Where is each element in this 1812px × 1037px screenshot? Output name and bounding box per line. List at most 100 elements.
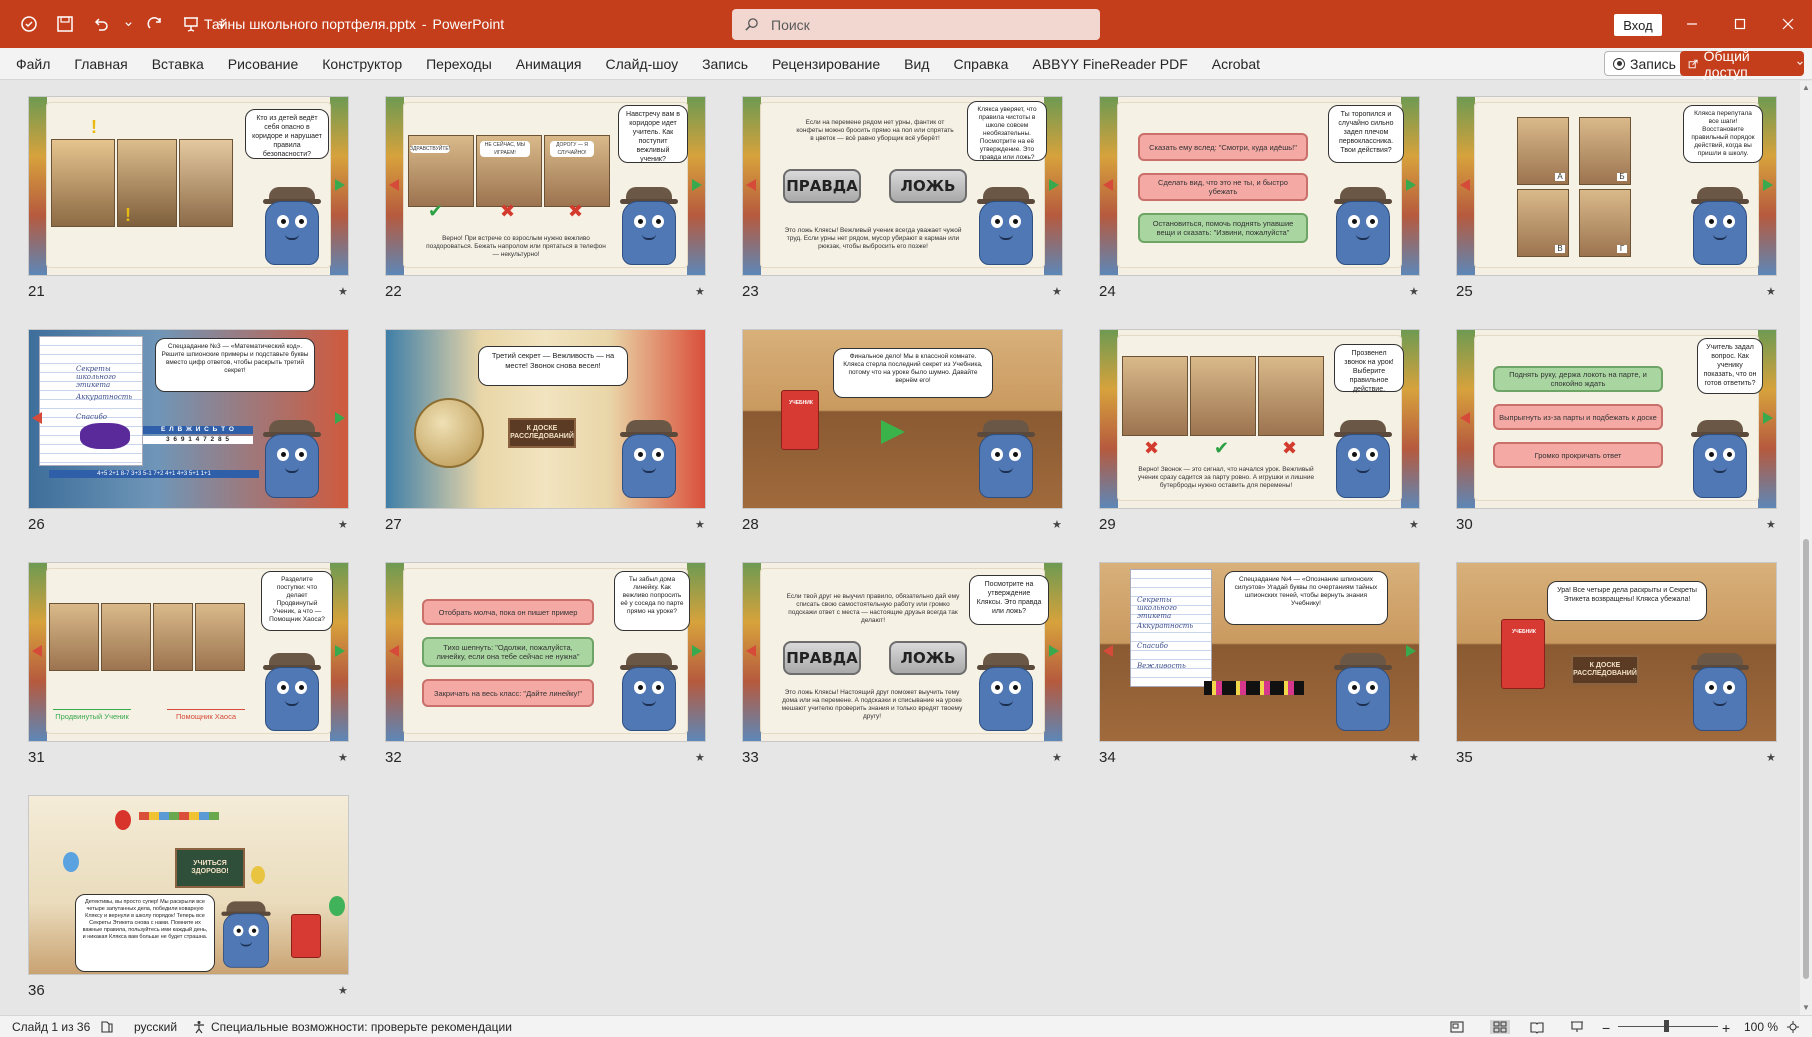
answer-option-2: Тихо шепнуть: "Одолжи, пожалуйста, линей… bbox=[422, 637, 594, 667]
prev-arrow-icon bbox=[1460, 412, 1470, 424]
next-arrow-icon bbox=[1763, 179, 1773, 191]
present-icon[interactable] bbox=[176, 9, 206, 39]
tab-abbyy[interactable]: ABBYY FineReader PDF bbox=[1020, 48, 1199, 80]
notebook-line: Секреты школьного этикета bbox=[1137, 596, 1177, 620]
tab-design[interactable]: Конструктор bbox=[310, 48, 414, 80]
cross-icon: ✖ bbox=[1282, 438, 1298, 458]
slide-thumbnail-31[interactable]: Продвинутый Ученик Помощник Хаоса Раздел… bbox=[28, 562, 349, 742]
tab-transitions[interactable]: Переходы bbox=[414, 48, 504, 80]
undo-dropdown-icon[interactable] bbox=[122, 9, 134, 39]
language-indicator[interactable]: русский bbox=[134, 1020, 177, 1034]
animation-star-icon: ★ bbox=[695, 286, 705, 298]
slide-number: 31 bbox=[28, 749, 45, 766]
slide-thumbnail-30[interactable]: Поднять руку, держа локоть на парте, и с… bbox=[1456, 329, 1777, 509]
slide-thumbnail-26[interactable]: Секреты школьного этикета Аккуратность С… bbox=[28, 329, 349, 509]
prev-arrow-icon bbox=[1103, 179, 1113, 191]
vertical-scrollbar[interactable]: ▲ ▼ bbox=[1800, 81, 1812, 1015]
column-good: Продвинутый Ученик bbox=[55, 712, 129, 721]
tab-record[interactable]: Запись bbox=[690, 48, 760, 80]
share-button[interactable]: Общий доступ bbox=[1680, 48, 1804, 80]
tab-slideshow[interactable]: Слайд-шоу bbox=[594, 48, 691, 80]
answer-option-2: Сделать вид, что это не ты, и быстро убе… bbox=[1138, 173, 1308, 201]
tab-draw[interactable]: Рисование bbox=[216, 48, 311, 80]
autosave-icon[interactable] bbox=[14, 9, 44, 39]
animation-star-icon: ★ bbox=[338, 985, 348, 997]
slide-thumbnail-23[interactable]: Если на перемене рядом нет урны, фантик … bbox=[742, 96, 1063, 276]
scroll-up-icon[interactable]: ▲ bbox=[1802, 84, 1810, 92]
column-bad: Помощник Хаоса bbox=[175, 712, 237, 721]
slide-thumbnail-29[interactable]: ✖ ✔ ✖ Верно! Звонок — это сигнал, что на… bbox=[1099, 329, 1420, 509]
fit-to-window-icon[interactable] bbox=[1786, 1020, 1800, 1034]
tab-file[interactable]: Файл bbox=[0, 48, 62, 80]
backpack-character bbox=[257, 645, 327, 733]
slide-counter[interactable]: Слайд 1 из 36 bbox=[12, 1020, 90, 1034]
reading-view-icon[interactable] bbox=[1530, 1020, 1544, 1034]
check-icon: ✔ bbox=[428, 201, 444, 221]
answer-option-1: Поднять руку, держа локоть на парте, и с… bbox=[1493, 366, 1663, 392]
answer-option-3: Остановиться, помочь поднять упавшие вещ… bbox=[1138, 213, 1308, 243]
true-button: ПРАВДА bbox=[783, 169, 861, 203]
slide-thumbnail-25[interactable]: А Б В Г Клякса перепутала все шаги! Восс… bbox=[1456, 96, 1777, 276]
speech-bubble: Финальное дело! Мы в классной комнате. К… bbox=[833, 348, 993, 398]
signin-button[interactable]: Вход bbox=[1614, 14, 1662, 36]
record-button[interactable]: Запись bbox=[1604, 51, 1685, 76]
photo-option-1 bbox=[1122, 356, 1188, 436]
normal-view-icon[interactable] bbox=[1450, 1020, 1464, 1034]
speech-bubble: Посмотрите на утверждение Кляксы. Это пр… bbox=[969, 575, 1049, 625]
animation-star-icon: ★ bbox=[1409, 286, 1419, 298]
statement-text: Если на перемене рядом нет урны, фантик … bbox=[796, 119, 954, 142]
slideshow-view-icon[interactable] bbox=[1570, 1020, 1584, 1034]
ink-blot bbox=[80, 423, 130, 449]
animation-star-icon: ★ bbox=[1766, 752, 1776, 764]
animation-star-icon: ★ bbox=[695, 752, 705, 764]
tab-insert[interactable]: Вставка bbox=[140, 48, 216, 80]
tab-home[interactable]: Главная bbox=[62, 48, 139, 80]
investigation-board: К ДОСКЕ РАССЛЕДОВАНИЙ bbox=[508, 418, 576, 448]
prev-arrow-icon bbox=[389, 645, 399, 657]
answer-option-2: Выпрыгнуть из-за парты и подбежать к дос… bbox=[1493, 404, 1663, 430]
close-icon[interactable] bbox=[1764, 0, 1812, 48]
redo-icon[interactable] bbox=[140, 9, 170, 39]
slide-sorter-view-icon[interactable] bbox=[1490, 1020, 1510, 1034]
save-icon[interactable] bbox=[50, 9, 80, 39]
zoom-level[interactable]: 100 % bbox=[1744, 1020, 1778, 1034]
backpack-character bbox=[614, 412, 684, 500]
balloon-icon bbox=[63, 852, 79, 872]
maximize-icon[interactable] bbox=[1716, 0, 1764, 48]
tab-review[interactable]: Рецензирование bbox=[760, 48, 892, 80]
accessibility-status[interactable]: Специальные возможности: проверьте реком… bbox=[192, 1020, 512, 1034]
zoom-out-icon[interactable]: − bbox=[1602, 1020, 1610, 1036]
slide-thumbnail-21[interactable]: ! ! Кто из детей ведёт себя опасно в кор… bbox=[28, 96, 349, 276]
zoom-slider-thumb[interactable] bbox=[1664, 1020, 1669, 1032]
slide-thumbnail-27[interactable]: К ДОСКЕ РАССЛЕДОВАНИЙ Третий секрет — Ве… bbox=[385, 329, 706, 509]
backpack-character bbox=[216, 895, 276, 970]
slide-thumbnail-36[interactable]: УЧИТЬСЯ ЗДОРОВО! Детективы, вы просто су… bbox=[28, 795, 349, 975]
slide-thumbnail-33[interactable]: Если твой друг не выучил правило, обязат… bbox=[742, 562, 1063, 742]
slide-thumbnail-32[interactable]: Отобрать молча, пока он пишет пример Тих… bbox=[385, 562, 706, 742]
scrollbar-thumb[interactable] bbox=[1803, 539, 1809, 979]
slide-thumbnail-24[interactable]: Сказать ему вслед: "Смотри, куда идёшь!"… bbox=[1099, 96, 1420, 276]
tab-animations[interactable]: Анимация bbox=[504, 48, 594, 80]
slide-thumbnail-35[interactable]: УЧЕБНИК К ДОСКЕ РАССЛЕДОВАНИЙ Ура! Все ч… bbox=[1456, 562, 1777, 742]
scroll-down-icon[interactable]: ▼ bbox=[1802, 1004, 1810, 1012]
zoom-in-icon[interactable]: + bbox=[1722, 1020, 1730, 1036]
accessibility-text: Специальные возможности: проверьте реком… bbox=[211, 1020, 512, 1034]
slide-thumbnail-34[interactable]: Секреты школьного этикета Аккуратность С… bbox=[1099, 562, 1420, 742]
decor-border bbox=[1100, 330, 1118, 508]
tab-acrobat[interactable]: Acrobat bbox=[1200, 48, 1272, 80]
slide-thumbnail-28[interactable]: УЧЕБНИК Финальное дело! Мы в классной ко… bbox=[742, 329, 1063, 509]
false-button: ЛОЖЬ bbox=[889, 169, 967, 203]
photo-action-3 bbox=[153, 603, 193, 671]
record-icon bbox=[1613, 57, 1625, 70]
prev-arrow-icon bbox=[1103, 645, 1113, 657]
tab-help[interactable]: Справка bbox=[941, 48, 1020, 80]
search-box[interactable]: Поиск bbox=[732, 9, 1100, 40]
spellcheck-icon[interactable] bbox=[100, 1020, 114, 1034]
backpack-character bbox=[614, 179, 684, 267]
notebook-line: Спасибо bbox=[1137, 642, 1168, 650]
tab-view[interactable]: Вид bbox=[892, 48, 941, 80]
undo-icon[interactable] bbox=[86, 9, 116, 39]
slide-number: 34 bbox=[1099, 749, 1116, 766]
minimize-icon[interactable] bbox=[1668, 0, 1716, 48]
slide-thumbnail-22[interactable]: ЗДРАВСТВУЙТЕ! НЕ СЕЙЧАС, МЫ ИГРАЕМ! ДОРО… bbox=[385, 96, 706, 276]
